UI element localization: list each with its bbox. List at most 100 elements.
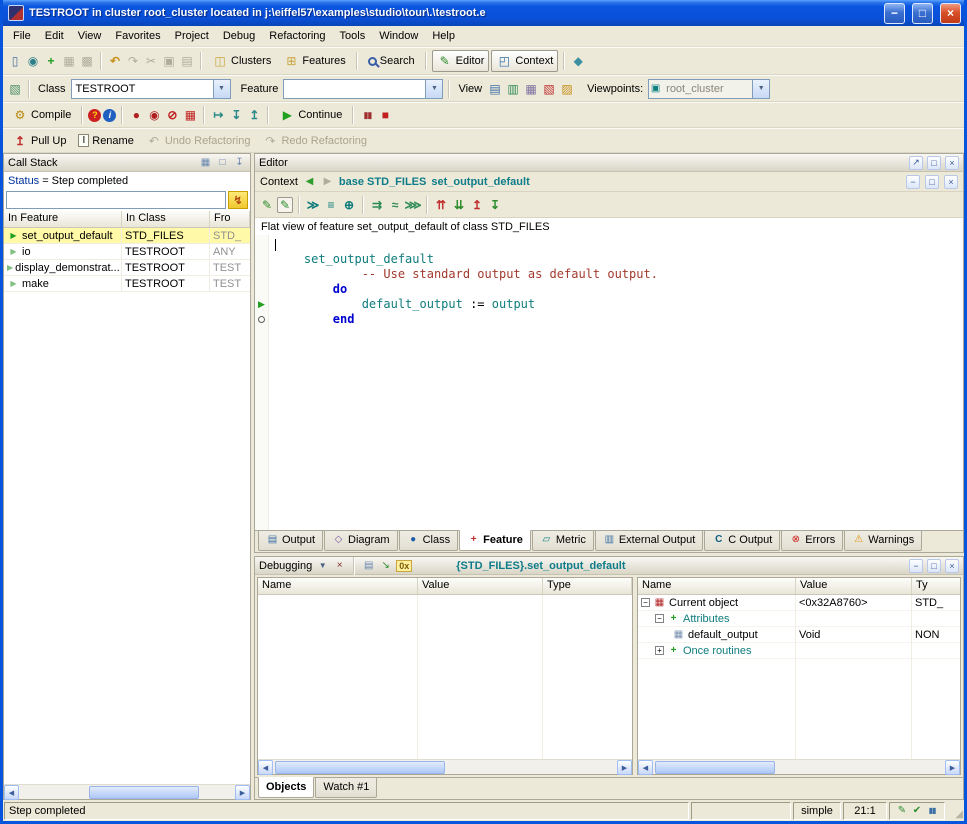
- scroll-track[interactable]: [653, 760, 945, 774]
- minimize-icon[interactable]: −: [909, 559, 923, 573]
- menu-favorites[interactable]: Favorites: [108, 28, 167, 44]
- column-from[interactable]: Fro: [210, 211, 250, 227]
- scroll-track[interactable]: [19, 785, 235, 799]
- chevron-down-icon[interactable]: ▼: [425, 80, 442, 98]
- column-value[interactable]: Value: [796, 578, 912, 594]
- maximize-icon[interactable]: □: [927, 559, 941, 573]
- viewpoints-combo[interactable]: ▣ root_cluster ▼: [648, 79, 770, 99]
- column-in-feature[interactable]: In Feature: [4, 211, 122, 227]
- scroll-right-icon[interactable]: ▶: [945, 760, 960, 775]
- call-stack-row[interactable]: ▶ display_demonstrat... TESTROOT TEST: [4, 260, 250, 276]
- scroll-left-icon[interactable]: ◀: [4, 785, 19, 800]
- interface-view-icon[interactable]: ⋙: [405, 197, 421, 213]
- copy-icon[interactable]: ▣: [161, 53, 177, 69]
- stack-depth-icon[interactable]: ↧: [233, 156, 246, 169]
- tab-class[interactable]: ● Class: [399, 531, 459, 551]
- undo-refactoring-button[interactable]: ↶ Undo Refactoring: [141, 130, 256, 152]
- maximize-icon[interactable]: □: [927, 156, 941, 170]
- call-stack-header[interactable]: Call Stack ▦ □ ↧: [4, 154, 250, 172]
- step-out-icon[interactable]: ↥: [246, 107, 262, 123]
- breadcrumb-feature[interactable]: set_output_default: [431, 176, 529, 188]
- send-to-tool-icon[interactable]: ▧: [7, 81, 23, 97]
- editor-toggle-button[interactable]: ✎ Editor: [432, 50, 490, 72]
- step-into-icon[interactable]: ↧: [228, 107, 244, 123]
- view-flat-icon[interactable]: ▦: [523, 81, 539, 97]
- contract-view-icon[interactable]: ⇉: [369, 197, 385, 213]
- pull-up-button[interactable]: ↥ Pull Up: [7, 130, 71, 152]
- open-in-editor-icon[interactable]: ✎: [277, 197, 293, 213]
- code-line[interactable]: set_output_default: [275, 252, 963, 267]
- scroll-left-icon[interactable]: ◀: [638, 760, 653, 775]
- resize-grip[interactable]: ◢: [947, 802, 963, 820]
- collapse-icon[interactable]: −: [655, 614, 664, 623]
- stop-icon[interactable]: ■: [377, 107, 393, 123]
- features-button[interactable]: ⊞ Features: [278, 50, 350, 72]
- save-all-icon[interactable]: ▩: [79, 53, 95, 69]
- descendants-icon[interactable]: ⇊: [451, 197, 467, 213]
- external-commands-icon[interactable]: ◆: [570, 53, 586, 69]
- breadcrumb-class[interactable]: base STD_FILES: [339, 176, 426, 188]
- tab-warnings[interactable]: ⚠ Warnings: [844, 531, 922, 551]
- menu-help[interactable]: Help: [425, 28, 462, 44]
- watch-grid-body[interactable]: [258, 595, 632, 759]
- close-icon[interactable]: ×: [944, 175, 958, 189]
- redo-refactoring-button[interactable]: ↷ Redo Refactoring: [257, 130, 372, 152]
- column-name[interactable]: Name: [638, 578, 796, 594]
- column-name[interactable]: Name: [258, 578, 418, 594]
- expand-icon[interactable]: +: [655, 646, 664, 655]
- code-line[interactable]: -- Use standard output as default output…: [275, 267, 963, 282]
- save-icon[interactable]: ▦: [61, 53, 77, 69]
- scroll-thumb[interactable]: [655, 761, 775, 774]
- tab-metric[interactable]: ▱ Metric: [532, 531, 594, 551]
- feature-name[interactable]: set_output_default: [304, 252, 434, 266]
- rename-button[interactable]: I Rename: [73, 131, 138, 150]
- close-view-icon[interactable]: ×: [333, 559, 346, 572]
- run-icon[interactable]: ●: [128, 107, 144, 123]
- info-icon[interactable]: i: [103, 109, 116, 122]
- breakpoint-slot[interactable]: [255, 312, 268, 327]
- history-forward-icon[interactable]: ▶: [321, 175, 334, 188]
- column-type[interactable]: Type: [543, 578, 632, 594]
- stack-depth-input[interactable]: [6, 191, 226, 209]
- add-item-icon[interactable]: +: [43, 53, 59, 69]
- undock-icon[interactable]: ↗: [909, 156, 923, 170]
- continue-button[interactable]: ▶ Continue: [274, 104, 347, 126]
- view-modify-icon[interactable]: ▥: [505, 81, 521, 97]
- scroll-track[interactable]: [273, 760, 617, 774]
- class-combo[interactable]: TESTROOT ▼: [71, 79, 231, 99]
- tab-c-output[interactable]: C C Output: [704, 531, 780, 551]
- chevron-down-icon[interactable]: ▼: [213, 80, 230, 98]
- editor-header[interactable]: Editor ↗ □ ×: [255, 154, 963, 172]
- code-line[interactable]: [275, 237, 963, 252]
- menu-debug[interactable]: Debug: [216, 28, 262, 44]
- tab-feature[interactable]: + Feature: [459, 530, 531, 551]
- view-interface-icon[interactable]: ▨: [559, 81, 575, 97]
- menu-edit[interactable]: Edit: [38, 28, 71, 44]
- search-button[interactable]: Search: [363, 52, 420, 70]
- tab-output[interactable]: ▤ Output: [258, 531, 323, 551]
- breakpoint-gutter[interactable]: ▶: [255, 235, 269, 530]
- stack-filter-button[interactable]: ↯: [228, 191, 248, 209]
- menu-window[interactable]: Window: [372, 28, 425, 44]
- menu-file[interactable]: File: [6, 28, 38, 44]
- export-icon[interactable]: ↘: [379, 559, 392, 572]
- pause-icon[interactable]: ▮▮: [359, 107, 375, 123]
- flat-view-icon[interactable]: ⊕: [341, 197, 357, 213]
- debugged-feature-ref[interactable]: {STD_FILES}.set_output_default: [456, 560, 625, 572]
- feature-combo[interactable]: ▼: [283, 79, 443, 99]
- undo-icon[interactable]: ↶: [107, 53, 123, 69]
- minimize-icon[interactable]: −: [906, 175, 920, 189]
- melt-question-icon[interactable]: ?: [88, 109, 101, 122]
- identifier[interactable]: output: [492, 297, 535, 311]
- scroll-right-icon[interactable]: ▶: [617, 760, 632, 775]
- code-area[interactable]: ▶ set_output_default -- Use standard out…: [255, 235, 963, 530]
- call-stack-row[interactable]: ▶ set_output_default STD_FILES STD_: [4, 228, 250, 244]
- column-type[interactable]: Ty: [912, 578, 960, 594]
- collapse-icon[interactable]: −: [641, 598, 650, 607]
- run-no-breakpoints-icon[interactable]: ◉: [146, 107, 162, 123]
- callees-icon[interactable]: ↧: [487, 197, 503, 213]
- maximize-icon[interactable]: □: [925, 175, 939, 189]
- tab-diagram[interactable]: ◇ Diagram: [324, 531, 398, 551]
- code-text[interactable]: set_output_default -- Use standard outpu…: [269, 235, 963, 530]
- tab-errors[interactable]: ⊗ Errors: [781, 531, 843, 551]
